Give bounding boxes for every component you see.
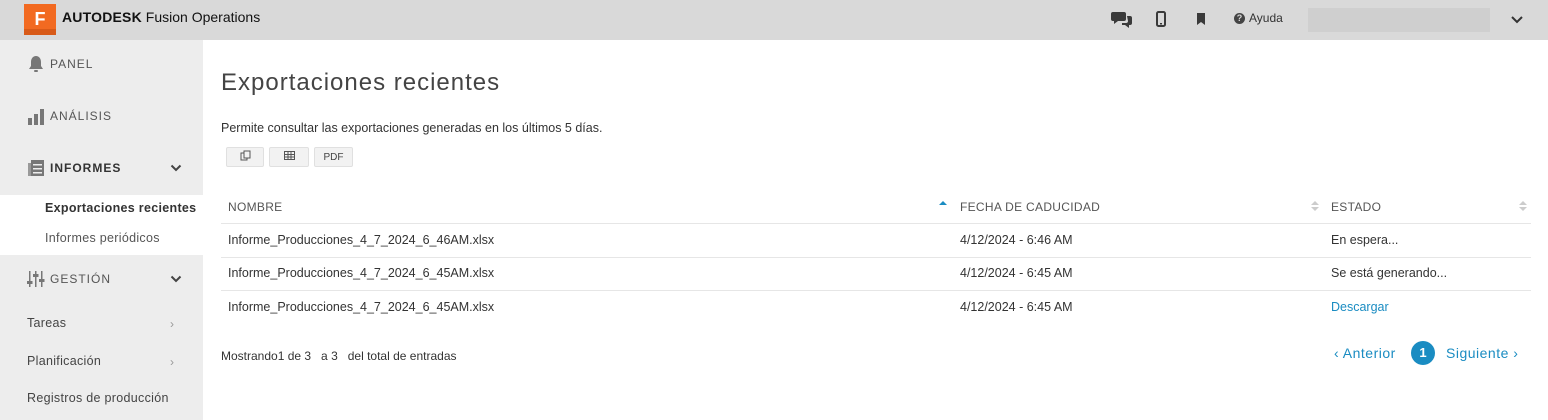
column-header-fecha[interactable]: FECHA DE CADUCIDAD: [960, 200, 1100, 214]
page-title: Exportaciones recientes: [221, 69, 501, 96]
pagination-page-1[interactable]: 1: [1411, 341, 1435, 365]
sidebar-item-planificacion[interactable]: Planificación: [27, 354, 101, 368]
table-divider: [221, 257, 1531, 258]
cell-name: Informe_Producciones_4_7_2024_6_45AM.xls…: [228, 266, 495, 280]
sidebar-label-panel: PANEL: [50, 57, 94, 71]
sidebar: PANEL ANÁLISIS INFORMES Exportaciones re…: [0, 40, 203, 420]
user-account-box[interactable]: [1308, 8, 1490, 32]
informes-submenu: Exportaciones recientes Informes periódi…: [0, 195, 203, 255]
brand-autodesk: AUTODESK: [62, 9, 142, 25]
chevron-down-icon: [170, 159, 182, 177]
sidebar-label-analisis: ANÁLISIS: [50, 109, 113, 123]
sort-icon[interactable]: [1519, 199, 1527, 213]
cell-status: En espera...: [1331, 233, 1399, 247]
sidebar-item-gestion[interactable]: GESTIÓN: [0, 269, 203, 289]
bar-chart-icon: [26, 106, 46, 126]
sidebar-subitem-exportaciones[interactable]: Exportaciones recientes: [45, 201, 196, 215]
sidebar-item-analisis[interactable]: ANÁLISIS: [0, 106, 203, 126]
chat-icon[interactable]: [1111, 8, 1133, 30]
pagination-previous[interactable]: ‹ Anterior: [1334, 345, 1396, 361]
cell-date: 4/12/2024 - 6:45 AM: [960, 300, 1073, 314]
table-icon: [283, 151, 295, 163]
help-label: Ayuda: [1249, 11, 1283, 25]
chevron-down-icon: [170, 270, 182, 288]
help-button[interactable]: ? Ayuda: [1234, 11, 1283, 25]
pdf-export-button[interactable]: PDF: [314, 147, 353, 167]
help-icon: ?: [1234, 12, 1245, 24]
top-bar: F AUTODESK Fusion Operations ? Ayuda: [0, 0, 1548, 40]
sort-icon[interactable]: [1311, 199, 1319, 213]
copy-button[interactable]: [226, 147, 264, 167]
page-description: Permite consultar las exportaciones gene…: [221, 121, 603, 135]
chevron-right-icon: ›: [170, 317, 174, 331]
pagination-next[interactable]: Siguiente ›: [1446, 345, 1518, 361]
table-divider: [221, 290, 1531, 291]
report-icon: [26, 158, 46, 178]
fusion-logo[interactable]: F: [24, 4, 56, 35]
column-header-estado[interactable]: ESTADO: [1331, 200, 1381, 214]
brand-product: Fusion Operations: [141, 9, 261, 25]
sort-ascending-icon[interactable]: [939, 199, 947, 213]
copy-icon: [240, 150, 251, 164]
cell-status: Se está generando...: [1331, 266, 1448, 280]
column-header-nombre[interactable]: NOMBRE: [228, 200, 282, 214]
cell-name: Informe_Producciones_4_7_2024_6_46AM.xls…: [228, 233, 495, 247]
sidebar-item-tareas[interactable]: Tareas: [27, 316, 66, 330]
sidebar-label-gestion: GESTIÓN: [50, 272, 112, 286]
sidebar-subitem-informes-periodicos[interactable]: Informes periódicos: [45, 231, 160, 245]
sidebar-item-informes[interactable]: INFORMES: [0, 158, 203, 178]
mobile-icon[interactable]: [1156, 8, 1166, 30]
bookmark-icon[interactable]: [1196, 8, 1206, 30]
sidebar-label-informes: INFORMES: [50, 161, 122, 175]
cell-date: 4/12/2024 - 6:45 AM: [960, 266, 1073, 280]
chevron-down-icon[interactable]: [1510, 12, 1524, 30]
table-info: Mostrando1 de 3 a 3 del total de entrada…: [221, 349, 457, 363]
cell-name: Informe_Producciones_4_7_2024_6_45AM.xls…: [228, 300, 495, 314]
chevron-right-icon: ›: [170, 355, 174, 369]
sidebar-item-panel[interactable]: PANEL: [0, 54, 203, 74]
bell-icon: [26, 54, 46, 74]
download-link[interactable]: Descargar: [1331, 300, 1389, 314]
table-divider: [221, 223, 1531, 224]
brand-name: AUTODESK Fusion Operations: [62, 9, 260, 25]
sliders-icon: [26, 269, 46, 289]
csv-export-button[interactable]: [269, 147, 309, 167]
cell-date: 4/12/2024 - 6:46 AM: [960, 233, 1073, 247]
sidebar-item-registros[interactable]: Registros de producción: [27, 391, 169, 405]
